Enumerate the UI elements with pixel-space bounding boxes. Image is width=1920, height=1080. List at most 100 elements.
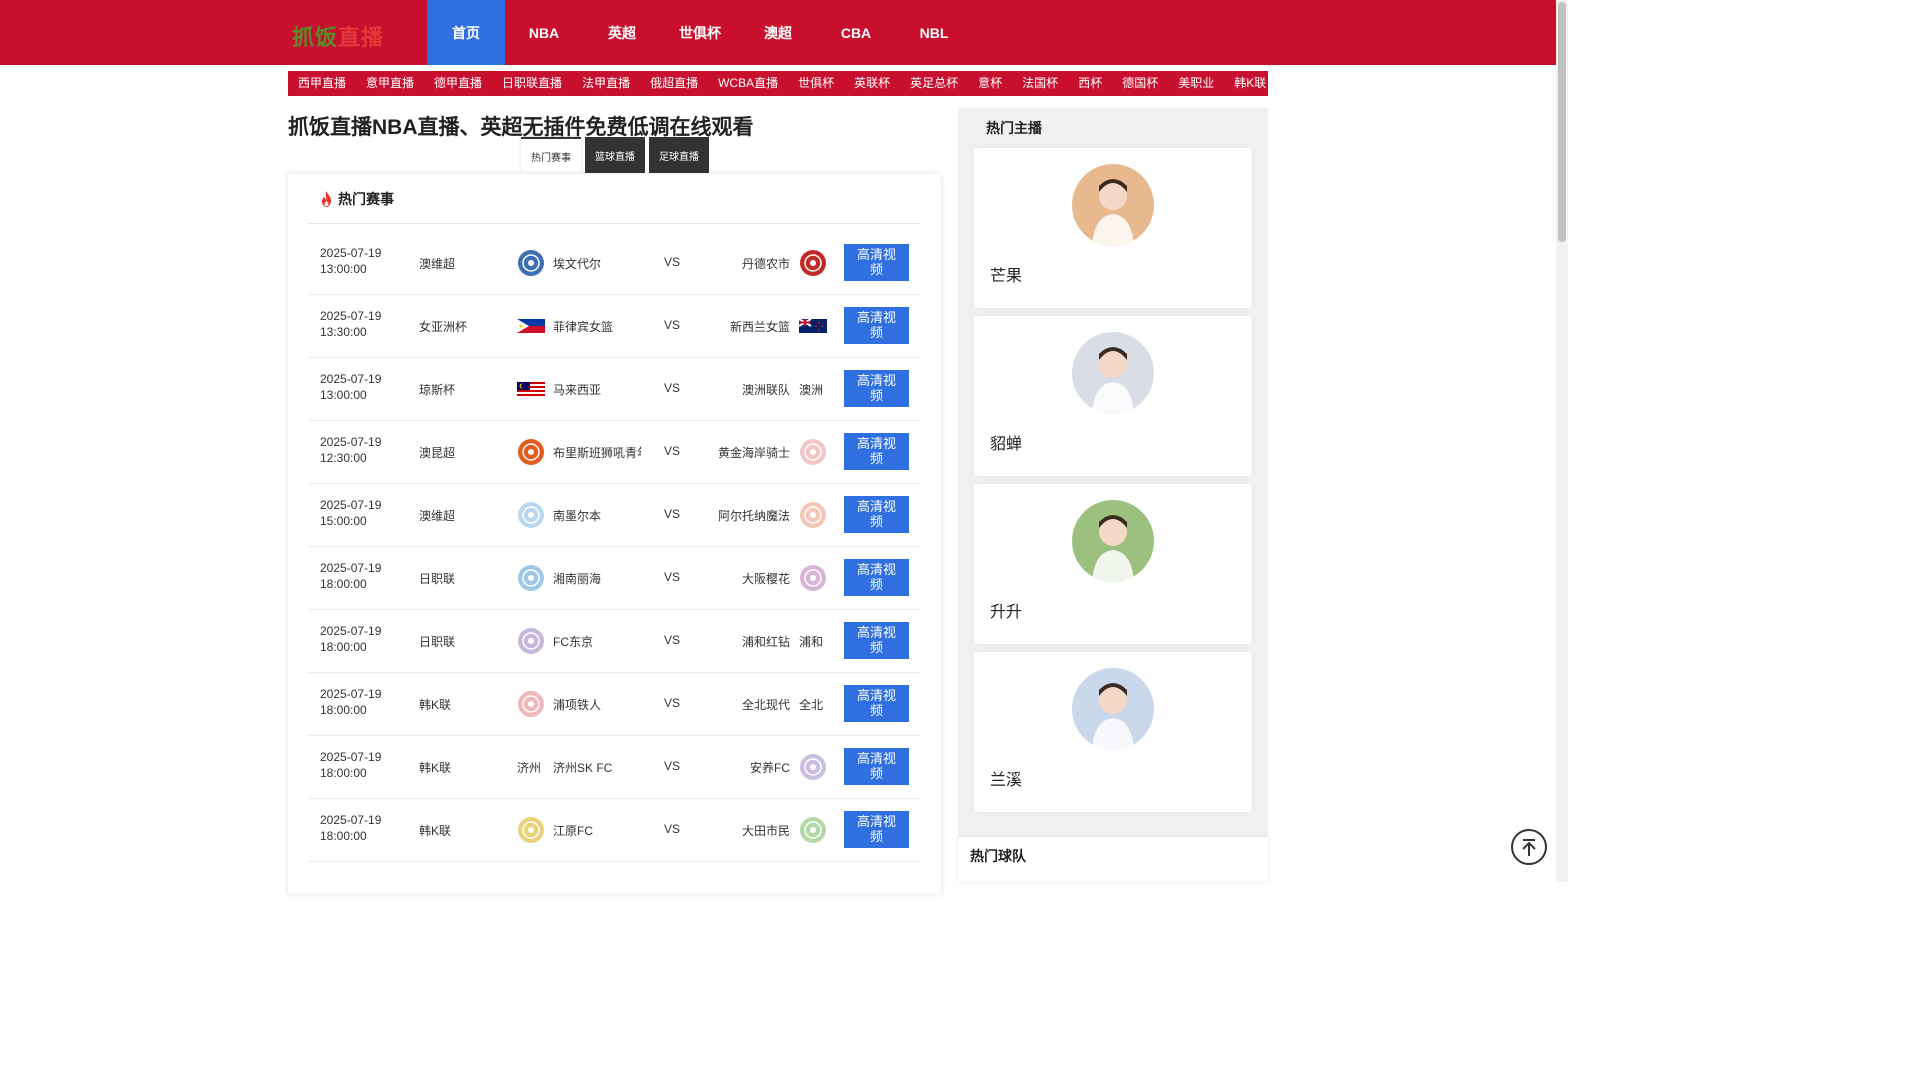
page-scrollbar[interactable]: [1556, 0, 1568, 882]
away-team-logo: [800, 754, 826, 780]
nav-item-cba[interactable]: CBA: [817, 0, 895, 65]
away-team-name[interactable]: 全北现代: [680, 696, 790, 713]
anchor-avatar[interactable]: [1072, 164, 1154, 246]
subnav-item[interactable]: 西甲直播: [288, 71, 356, 96]
match-date: 2025-07-19: [320, 750, 382, 764]
back-to-top-button[interactable]: [1511, 829, 1547, 865]
subnav-item[interactable]: 法国杯: [1012, 71, 1068, 96]
hd-video-button[interactable]: 高清视频: [844, 622, 909, 659]
subnav-item[interactable]: 西杯: [1068, 71, 1112, 96]
subnav-item[interactable]: 世俱杯: [788, 71, 844, 96]
away-team-name[interactable]: 大田市民: [680, 822, 790, 839]
anchor-avatar[interactable]: [1072, 332, 1154, 414]
hd-video-button[interactable]: 高清视频: [844, 496, 909, 533]
site-logo[interactable]: 抓饭直播: [292, 20, 384, 52]
home-team-name[interactable]: 济州SK FC: [553, 759, 641, 776]
away-team-name[interactable]: 新西兰女篮: [680, 318, 790, 335]
home-team-name[interactable]: 江原FC: [553, 822, 641, 839]
anchor-name: 升升: [990, 604, 1023, 621]
vs-label: VS: [664, 696, 681, 710]
away-team-name[interactable]: 丹德农市: [680, 255, 790, 272]
subnav-item[interactable]: 英联杯: [844, 71, 900, 96]
match-time: 2025-07-19 13:00:00: [320, 245, 400, 277]
subnav-item[interactable]: 英足总杯: [900, 71, 968, 96]
league-name[interactable]: 韩K联: [419, 759, 451, 776]
match-time: 2025-07-19 18:00:00: [320, 749, 400, 781]
home-team-name[interactable]: 布里斯班狮吼青年: [553, 444, 641, 461]
tab-football[interactable]: 足球直播: [649, 137, 709, 173]
anchor-card[interactable]: 貂蝉: [974, 316, 1252, 476]
subnav-item[interactable]: 美职业: [1168, 71, 1224, 96]
nav-item-home[interactable]: 首页: [427, 0, 505, 65]
nav-item-club-world-cup[interactable]: 世俱杯: [661, 0, 739, 65]
match-time: 2025-07-19 18:00:00: [320, 560, 400, 592]
home-team-name[interactable]: 南墨尔本: [553, 507, 641, 524]
league-name[interactable]: 韩K联: [419, 822, 451, 839]
anchor-avatar[interactable]: [1072, 500, 1154, 582]
anchor-card[interactable]: 芒果: [974, 148, 1252, 308]
tab-basketball[interactable]: 篮球直播: [585, 137, 645, 173]
nav-item-a-league[interactable]: 澳超: [739, 0, 817, 65]
nav-item-premier-league[interactable]: 英超: [583, 0, 661, 65]
subnav-item[interactable]: 德国杯: [1112, 71, 1168, 96]
league-name[interactable]: 琼斯杯: [419, 381, 455, 398]
league-name[interactable]: 澳维超: [419, 507, 455, 524]
hd-video-button[interactable]: 高清视频: [844, 748, 909, 785]
league-name[interactable]: 日职联: [419, 633, 455, 650]
league-name[interactable]: 女亚洲杯: [419, 318, 467, 335]
hd-video-button[interactable]: 高清视频: [844, 433, 909, 470]
league-name[interactable]: 韩K联: [419, 696, 451, 713]
away-team-name[interactable]: 阿尔托纳魔法: [680, 507, 790, 524]
match-clock: 13:30:00: [320, 325, 367, 339]
away-team-name[interactable]: 大阪樱花: [680, 570, 790, 587]
vs-label: VS: [664, 570, 681, 584]
away-team-logo: 全北: [799, 698, 824, 712]
match-date: 2025-07-19: [320, 561, 382, 575]
subnav-item[interactable]: 日职联直播: [492, 71, 572, 96]
hd-video-button[interactable]: 高清视频: [844, 685, 909, 722]
hd-video-button[interactable]: 高清视频: [844, 307, 909, 344]
away-team-name[interactable]: 安养FC: [680, 759, 790, 776]
subnav-item[interactable]: 意杯: [968, 71, 1012, 96]
away-team-logo: [800, 439, 826, 465]
vs-label: VS: [664, 255, 681, 269]
match-row: 2025-07-19 13:00:00 澳维超 埃文代尔 VS 丹德农市 高清视频: [308, 232, 921, 295]
home-team-name[interactable]: 埃文代尔: [553, 255, 641, 272]
anchor-card[interactable]: 升升: [974, 484, 1252, 644]
league-name[interactable]: 澳维超: [419, 255, 455, 272]
nav-item-nba[interactable]: NBA: [505, 0, 583, 65]
anchor-avatar[interactable]: [1072, 668, 1154, 750]
home-team-name[interactable]: 菲律宾女篮: [553, 318, 641, 335]
subnav-item[interactable]: 意甲直播: [356, 71, 424, 96]
league-name[interactable]: 日职联: [419, 570, 455, 587]
hd-video-button[interactable]: 高清视频: [844, 811, 909, 848]
league-name[interactable]: 澳昆超: [419, 444, 455, 461]
home-team-name[interactable]: FC东京: [553, 633, 641, 650]
hd-video-button[interactable]: 高清视频: [844, 244, 909, 281]
hd-video-button[interactable]: 高清视频: [844, 370, 909, 407]
home-team-name[interactable]: 马来西亚: [553, 381, 641, 398]
home-team-name[interactable]: 湘南丽海: [553, 570, 641, 587]
away-team-logo: [800, 817, 826, 843]
subnav-item[interactable]: 俄超直播: [640, 71, 708, 96]
away-team-name[interactable]: 浦和红钻: [680, 633, 790, 650]
tab-hot-events[interactable]: 热门赛事: [521, 137, 581, 173]
away-team-name[interactable]: 黄金海岸骑士: [680, 444, 790, 461]
subnav-item[interactable]: WCBA直播: [708, 71, 788, 96]
match-date: 2025-07-19: [320, 813, 382, 827]
away-team-name[interactable]: 澳洲联队: [680, 381, 790, 398]
hot-teams-title: 热门球队: [970, 848, 1026, 864]
scrollbar-thumb[interactable]: [1558, 2, 1566, 242]
match-date: 2025-07-19: [320, 372, 382, 386]
home-team-name[interactable]: 浦项铁人: [553, 696, 641, 713]
match-row: 2025-07-19 18:00:00 韩K联 江原FC VS 大田市民 高清视频: [308, 799, 921, 862]
nav-item-nbl[interactable]: NBL: [895, 0, 973, 65]
subnav-item[interactable]: 韩K联: [1224, 71, 1268, 96]
match-time: 2025-07-19 18:00:00: [320, 812, 400, 844]
match-time: 2025-07-19 13:30:00: [320, 308, 400, 340]
anchor-card[interactable]: 兰溪: [974, 652, 1252, 812]
subnav-item[interactable]: 法甲直播: [572, 71, 640, 96]
subnav-item[interactable]: 德甲直播: [424, 71, 492, 96]
match-row: 2025-07-19 18:00:00 日职联 湘南丽海 VS 大阪樱花 高清视频: [308, 547, 921, 610]
hd-video-button[interactable]: 高清视频: [844, 559, 909, 596]
